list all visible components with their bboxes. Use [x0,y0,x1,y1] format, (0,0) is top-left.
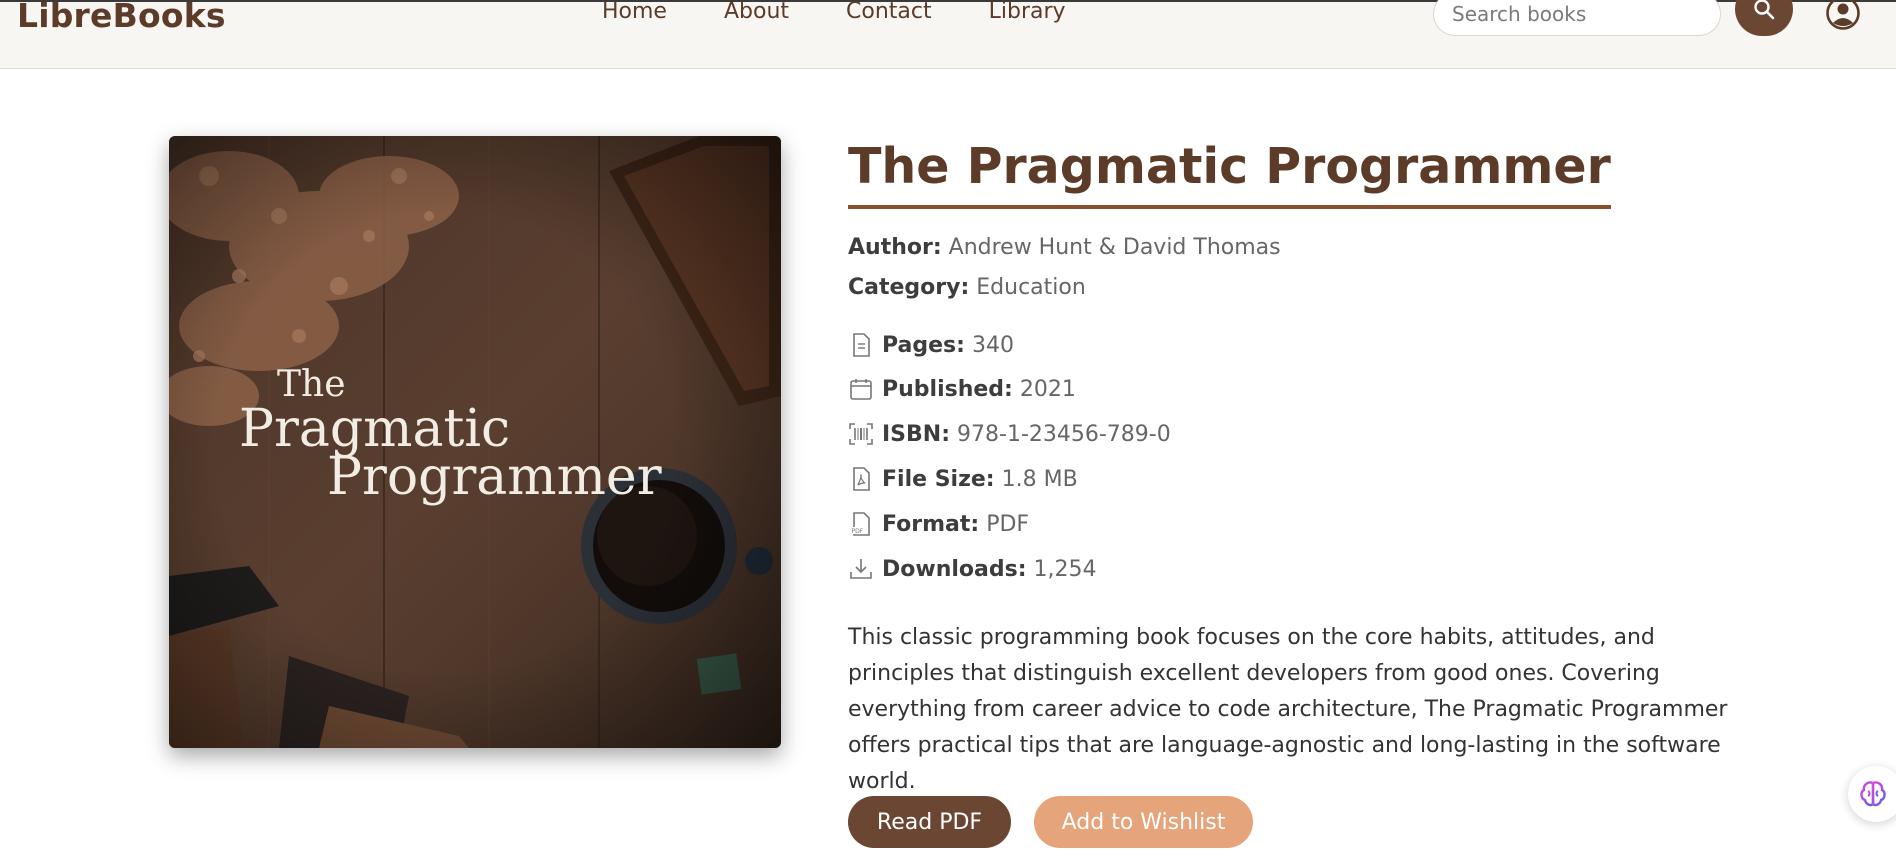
pdf-format-icon: PDF [848,511,874,537]
user-account-button[interactable] [1824,0,1862,30]
category-value: Education [976,275,1086,300]
spec-file-size: File Size: 1.8 MB [848,464,1078,494]
pdf-file-icon [848,466,874,492]
site-logo[interactable]: LibreBooks [17,0,226,35]
brain-icon [1860,781,1886,807]
category-line: Category: Education [848,275,1086,300]
barcode-icon [848,421,874,447]
author-label: Author: [848,235,942,260]
spec-value: 1.8 MB [1001,466,1078,492]
book-description: This classic programming book focuses on… [848,625,1728,794]
spec-value: 2021 [1019,376,1076,402]
author-value: Andrew Hunt & David Thomas [948,235,1281,260]
search-input[interactable] [1434,0,1720,35]
site-header: LibreBooks Home About Contact Library [0,0,1896,69]
download-icon [848,556,874,582]
spec-pages: Pages: 340 [848,330,1014,360]
spec-isbn: ISBN: 978-1-23456-789-0 [848,419,1171,449]
search-box [1433,0,1721,36]
spec-value: PDF [986,511,1030,537]
spec-value: 340 [971,332,1014,358]
spec-format: PDF Format: PDF [848,509,1029,539]
read-pdf-button[interactable]: Read PDF [848,796,1011,848]
spec-label: Published: [882,376,1013,402]
spec-downloads: Downloads: 1,254 [848,554,1097,584]
main-nav: Home About Contact Library [602,0,1123,24]
category-label: Category: [848,275,970,300]
nav-contact[interactable]: Contact [846,0,932,24]
spec-value: 1,254 [1033,556,1097,582]
cover-title-line3: Programmer [327,447,662,507]
spec-published: Published: 2021 [848,374,1076,404]
calendar-icon [848,376,874,402]
book-cover-art: The Pragmatic Programmer [169,136,781,748]
search-icon [1754,0,1775,20]
book-title: The Pragmatic Programmer [848,138,1611,209]
spec-label: Format: [882,511,980,537]
user-icon [1826,0,1860,30]
spec-value: 978-1-23456-789-0 [957,421,1171,447]
spec-label: Pages: [882,332,965,358]
svg-text:PDF: PDF [852,528,864,535]
book-cover: The Pragmatic Programmer [169,136,781,748]
search-button[interactable] [1735,0,1793,36]
add-to-wishlist-button[interactable]: Add to Wishlist [1034,796,1253,848]
nav-home[interactable]: Home [602,0,667,24]
assistant-button[interactable] [1848,766,1896,822]
author-line: Author: Andrew Hunt & David Thomas [848,235,1281,260]
document-icon [848,332,874,358]
spec-label: Downloads: [882,556,1027,582]
spec-label: File Size: [882,466,995,492]
nav-about[interactable]: About [724,0,789,24]
nav-library[interactable]: Library [989,0,1066,24]
spec-label: ISBN: [882,421,951,447]
